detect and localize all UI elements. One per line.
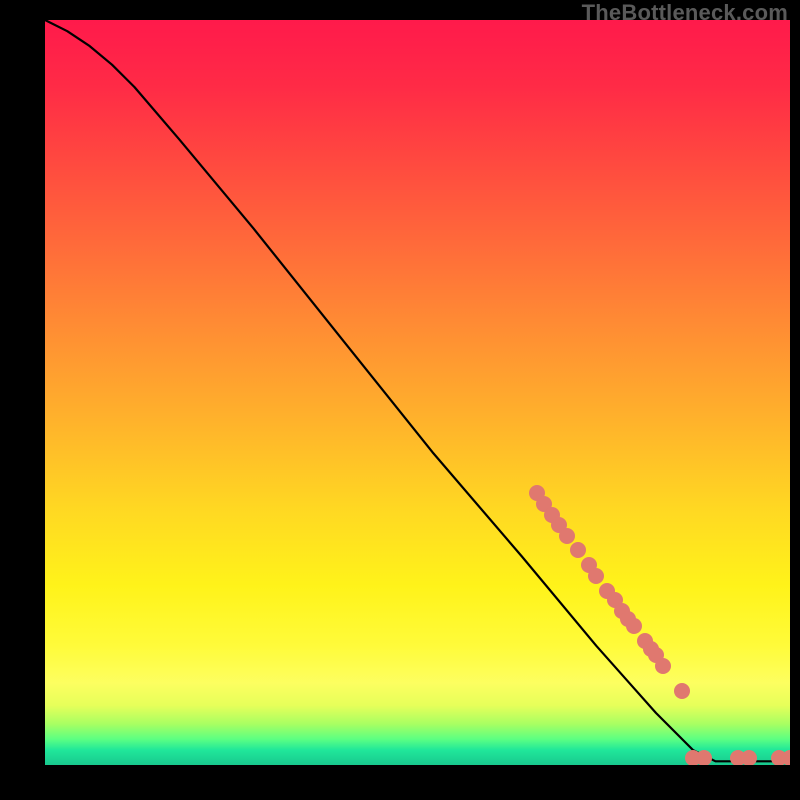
data-marker (655, 658, 671, 674)
chart-frame: TheBottleneck.com (0, 0, 800, 800)
data-marker (626, 618, 642, 634)
data-marker (674, 683, 690, 699)
data-marker (741, 750, 757, 765)
plot-area (45, 20, 790, 765)
data-marker (570, 542, 586, 558)
data-marker (559, 528, 575, 544)
data-marker (782, 750, 790, 765)
marker-layer (45, 20, 790, 765)
data-marker (588, 568, 604, 584)
data-marker (696, 750, 712, 765)
watermark-text: TheBottleneck.com (582, 0, 788, 26)
